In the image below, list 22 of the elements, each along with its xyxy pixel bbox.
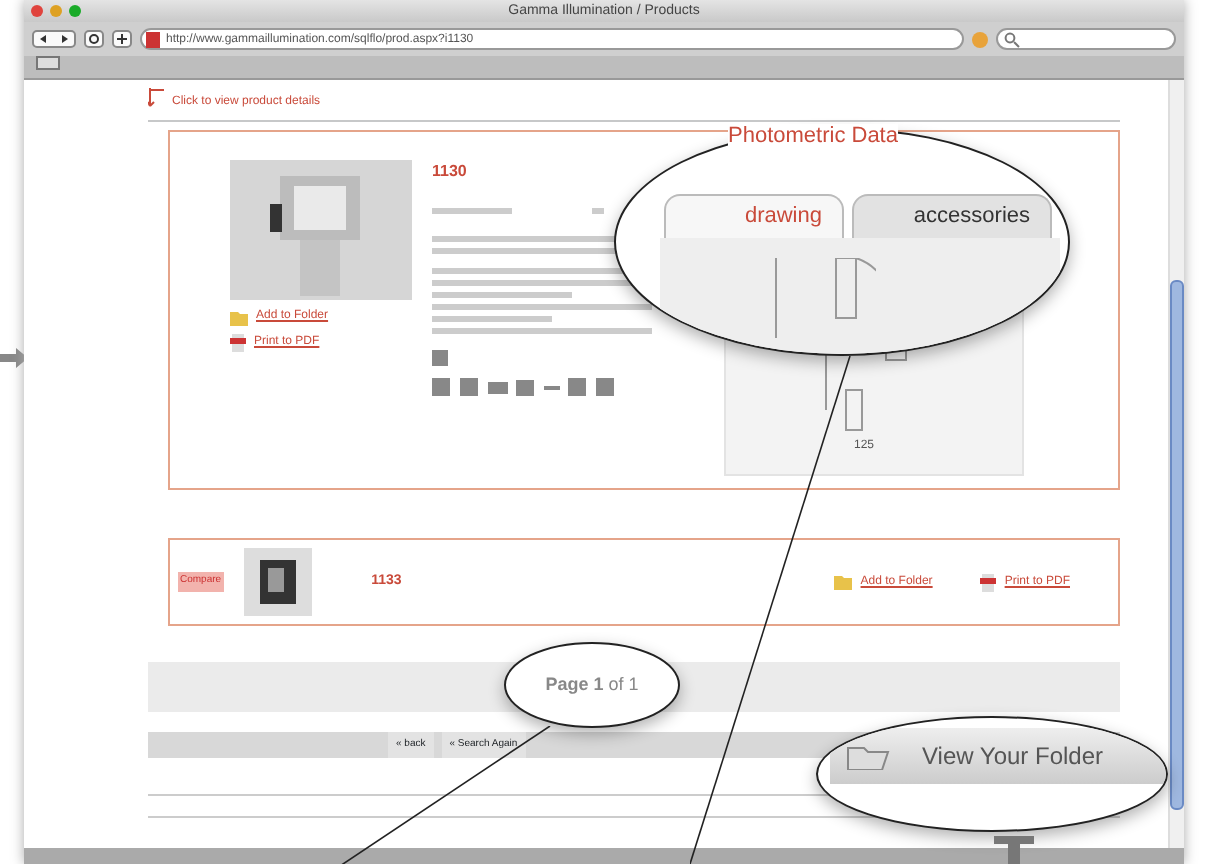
pointer-icon xyxy=(994,836,1034,864)
folder-icon xyxy=(834,574,853,590)
scrollbar-thumb[interactable] xyxy=(1170,280,1184,810)
site-icon xyxy=(146,32,160,48)
back-forward-buttons-icon[interactable] xyxy=(32,30,76,48)
tab[interactable]: drawing xyxy=(664,194,844,237)
arrow-icon xyxy=(148,88,164,112)
arrow-icon xyxy=(0,348,28,368)
pdf-icon xyxy=(980,573,997,591)
pdf-icon xyxy=(230,334,246,352)
folder-icon xyxy=(846,742,890,770)
tab[interactable]: accessories xyxy=(852,194,1052,237)
add-bookmark-icon[interactable] xyxy=(112,30,132,48)
pagination-text: Page 1 of 1 xyxy=(545,671,639,698)
folder-icon xyxy=(230,309,248,325)
section-heading: Photometric Data xyxy=(728,124,898,148)
search-icon xyxy=(1004,32,1020,48)
rss-icon xyxy=(972,31,988,47)
folder-button[interactable]: View Your Folder xyxy=(830,728,1166,784)
reload-icon[interactable] xyxy=(84,30,104,48)
search-field[interactable] xyxy=(996,28,1176,50)
product-code: 1130 xyxy=(432,160,469,184)
